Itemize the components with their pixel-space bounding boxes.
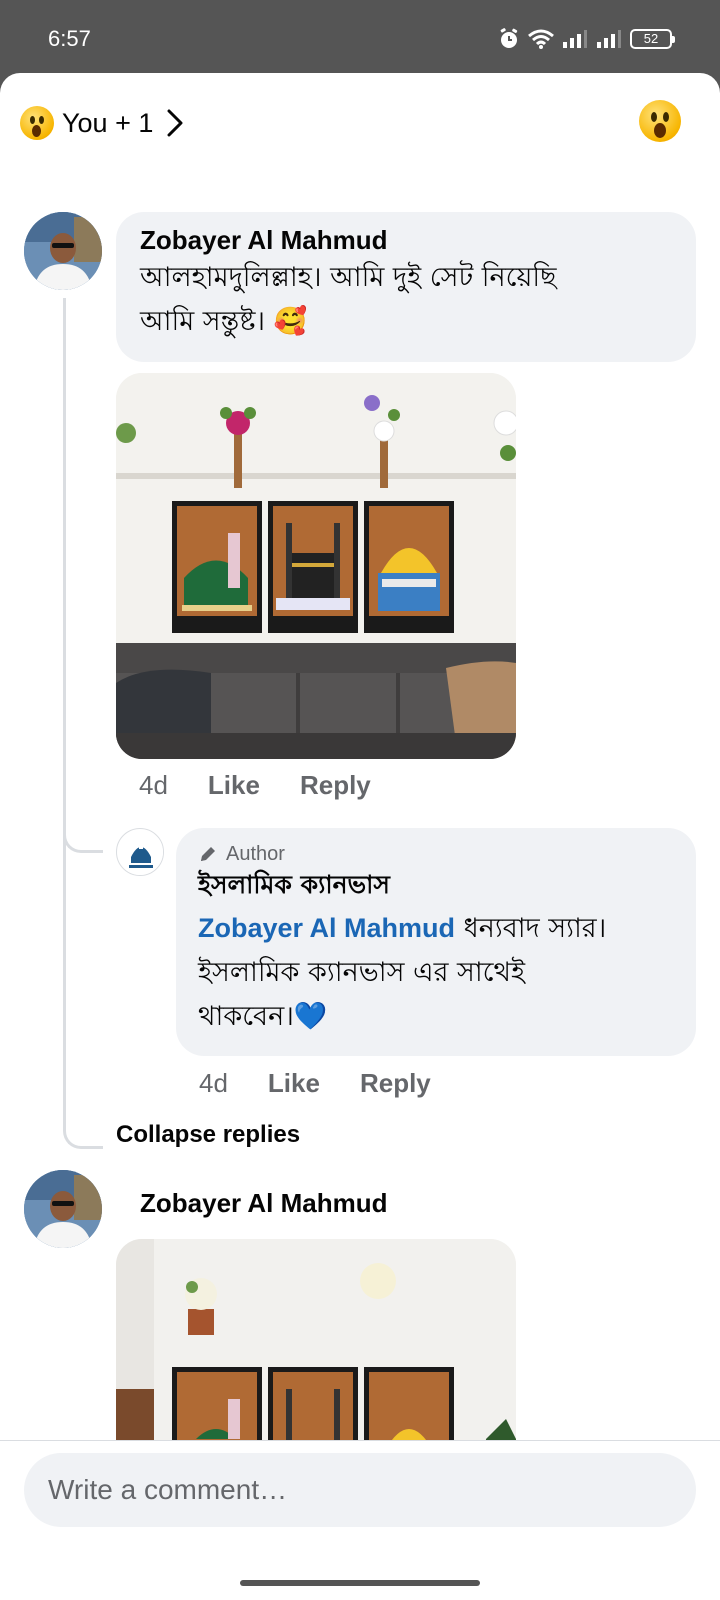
wow-emoji-icon bbox=[20, 106, 54, 140]
battery-icon: 52 bbox=[630, 29, 675, 49]
reply-author[interactable]: ইসলামিক ক্যানভাস bbox=[198, 868, 674, 902]
reply-text-line: Zobayer Al Mahmud ধন্যবাদ স্যার। bbox=[198, 906, 674, 951]
author-badge: Author bbox=[198, 840, 674, 868]
avatar-image bbox=[24, 1170, 102, 1248]
like-button[interactable]: Like bbox=[208, 770, 260, 801]
signal-icon bbox=[563, 30, 587, 48]
thread-connector bbox=[63, 813, 103, 853]
mention-link[interactable]: Zobayer Al Mahmud bbox=[198, 913, 455, 943]
signal-icon bbox=[597, 30, 621, 48]
wow-reaction-button[interactable] bbox=[639, 100, 681, 147]
author-badge-label: Author bbox=[226, 843, 285, 865]
chevron-right-icon bbox=[167, 109, 183, 137]
comment-input[interactable]: Write a comment… bbox=[24, 1453, 696, 1527]
reply-bubble[interactable]: Author ইসলামিক ক্যানভাস Zobayer Al Mahmu… bbox=[176, 828, 696, 1056]
comment-photo[interactable] bbox=[116, 373, 516, 759]
comments-sheet: You + 1 Zobayer Al Mahmud আলহামদুলিল্লাহ… bbox=[0, 73, 720, 1600]
comment-time: 4d bbox=[139, 770, 168, 800]
photo-frames-sofa bbox=[116, 373, 516, 759]
comment-actions: 4d Like Reply bbox=[139, 770, 371, 801]
thread-connector bbox=[63, 1109, 103, 1149]
pencil-icon bbox=[201, 847, 215, 861]
like-button[interactable]: Like bbox=[268, 1068, 320, 1099]
page-avatar[interactable] bbox=[116, 828, 164, 876]
reply-text-line: ইসলামিক ক্যানভাস এর সাথেই bbox=[198, 957, 526, 988]
comment-text-line: আমি সন্তুষ্ট। 🥰 bbox=[140, 306, 308, 337]
status-time: 6:57 bbox=[48, 26, 91, 51]
reply-actions: 4d Like Reply bbox=[199, 1068, 431, 1099]
reply-button[interactable]: Reply bbox=[360, 1068, 431, 1099]
comment-input-placeholder: Write a comment… bbox=[48, 1474, 288, 1505]
comment-composer-area: Write a comment… bbox=[0, 1440, 720, 1600]
alarm-icon bbox=[500, 28, 518, 48]
comment-text-line: আলহামদুলিল্লাহ। আমি দুই সেট নিয়েছি bbox=[140, 262, 557, 293]
collapse-replies-button[interactable]: Collapse replies bbox=[116, 1121, 300, 1149]
comment-author[interactable]: Zobayer Al Mahmud bbox=[140, 224, 674, 256]
avatar[interactable] bbox=[24, 1170, 102, 1248]
comment-author[interactable]: Zobayer Al Mahmud bbox=[140, 1187, 388, 1219]
home-indicator[interactable] bbox=[240, 1580, 480, 1586]
reply-button[interactable]: Reply bbox=[300, 770, 371, 801]
status-bar: 6:57 52 bbox=[0, 0, 720, 72]
reply-time: 4d bbox=[199, 1068, 228, 1098]
wow-emoji-icon bbox=[639, 100, 681, 142]
wifi-icon bbox=[528, 29, 554, 49]
reply-text-segment: ধন্যবাদ স্যার। bbox=[455, 913, 607, 944]
avatar-image bbox=[24, 212, 102, 290]
thread-line bbox=[63, 298, 66, 1118]
reply-text-line: থাকবেন।💙 bbox=[198, 1001, 328, 1032]
reaction-summary-text: You + 1 bbox=[62, 107, 154, 138]
status-icons: 52 bbox=[498, 28, 675, 50]
reaction-summary-button[interactable]: You + 1 bbox=[20, 101, 183, 145]
page-logo-icon bbox=[118, 830, 163, 875]
avatar[interactable] bbox=[24, 212, 102, 290]
comment-bubble[interactable]: Zobayer Al Mahmud আলহামদুলিল্লাহ। আমি দু… bbox=[116, 212, 696, 362]
